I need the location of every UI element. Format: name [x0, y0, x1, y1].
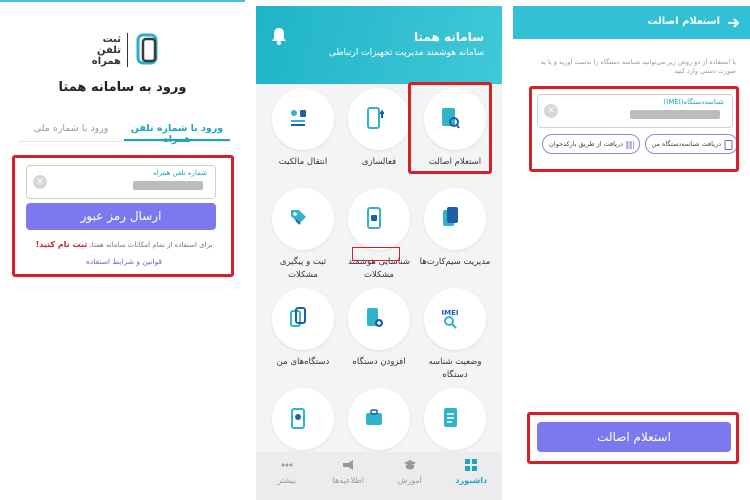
phone-field-label: شماره تلفن همراه	[153, 169, 207, 177]
phone-activate-icon	[364, 106, 385, 130]
tile-label: انتقال مالکیت	[278, 157, 328, 167]
nav-dashboard[interactable]: داشبورد	[441, 452, 503, 500]
phone-logo-icon	[134, 33, 162, 67]
dashboard-title: سامانه همتا	[414, 30, 484, 44]
dashboard-subtitle: سامانه هوشمند مدیریت تجهیزات ارتباطی	[328, 48, 484, 58]
login-tabs: ورود با شماره تلفن همراه ورود با شماره م…	[18, 120, 230, 145]
clear-icon[interactable]: ✕	[33, 175, 47, 189]
tile-label: مدیریت سیم‌کارت‌ها	[419, 257, 491, 267]
imei-search-icon: IMEI	[440, 306, 460, 330]
more-icon	[280, 458, 294, 472]
highlight-underline	[352, 247, 400, 261]
tile-label: فعالسازی	[361, 157, 397, 167]
add-device-icon	[364, 306, 384, 330]
nav-label: آموزش	[397, 476, 422, 485]
tile-label: وضعیت شناسه دستگاه	[428, 357, 482, 380]
nav-announcements[interactable]: اطلاعیه‌ها	[318, 452, 380, 500]
tile-activation[interactable]: فعالسازی	[342, 88, 416, 188]
graduation-icon	[403, 458, 417, 472]
nav-label: داشبورد	[455, 476, 488, 485]
imei-badge: IMEI	[442, 309, 459, 317]
login-title: ورود به سامانه همتا	[58, 80, 187, 95]
signup-link[interactable]: ثبت نام کنید!	[36, 240, 88, 249]
document-icon	[440, 406, 460, 430]
phone-field-value-blurred	[133, 181, 203, 190]
logo-text: ثبت تلفن همراه	[91, 33, 121, 67]
bottom-navigation: داشبورد آموزش اطلاعیه‌ها بیشتر	[256, 452, 502, 500]
tab-national-id-login[interactable]: ورود با شماره ملی	[18, 120, 124, 141]
inquiry-description: با استفاده از دو روش زیر می‌توانید شناسه…	[540, 58, 736, 75]
tag-icon	[288, 206, 308, 230]
tile-device-id-status[interactable]: IMEI وضعیت شناسه دستگاه	[418, 288, 492, 388]
nav-label: اطلاعیه‌ها	[332, 476, 365, 485]
inquiry-header: استعلام اصالت	[513, 6, 750, 39]
sim-card-icon	[440, 206, 460, 230]
tile-smart-detection[interactable]: شناسایی هوشمند مشکلات	[342, 188, 416, 288]
signup-note: برای استفاده از تمام امکانات سامانه همتا…	[18, 240, 230, 249]
tab-phone-login[interactable]: ورود با شماره تلفن همراه	[124, 120, 230, 145]
phone-number-field[interactable]: شماره تلفن همراه ✕	[26, 165, 216, 199]
dashboard-header: سامانه همتا سامانه هوشمند مدیریت تجهیزات…	[256, 6, 502, 84]
tile-report-problems[interactable]: ثبت و پیگیری مشکلات	[266, 188, 340, 288]
app-logo: ثبت تلفن همراه	[82, 28, 162, 72]
tile-ownership-transfer[interactable]: انتقال مالکیت	[266, 88, 340, 188]
tile-label: دستگاه‌های من	[276, 357, 330, 367]
clipboard-icon	[288, 406, 308, 430]
nav-training[interactable]: آموزش	[379, 452, 441, 500]
tile-label: افزودن دستگاه	[352, 357, 406, 367]
back-arrow-icon[interactable]	[726, 15, 740, 29]
send-password-button[interactable]: ارسال رمز عبور	[26, 203, 216, 230]
briefcase-icon	[364, 406, 384, 430]
my-devices-icon	[288, 306, 308, 330]
tile-sim-management[interactable]: مدیریت سیم‌کارت‌ها	[418, 188, 492, 288]
highlight-box	[408, 82, 492, 174]
megaphone-icon	[341, 458, 355, 472]
signup-note-text: برای استفاده از تمام امکانات سامانه همتا…	[89, 241, 213, 249]
bell-icon[interactable]	[270, 26, 288, 46]
tile-my-devices[interactable]: دستگاه‌های من	[266, 288, 340, 388]
logo-divider	[127, 33, 128, 67]
terms-link[interactable]: قوانین و شرایط استفاده	[18, 257, 230, 266]
nav-label: بیشتر	[277, 476, 297, 485]
smart-detect-icon	[364, 206, 384, 230]
nav-more[interactable]: بیشتر	[256, 452, 318, 500]
tile-add-device[interactable]: افزودن دستگاه	[342, 288, 416, 388]
highlight-box	[527, 412, 739, 464]
tile-label: ثبت و پیگیری مشکلات	[279, 257, 327, 280]
grid-icon	[464, 458, 478, 472]
transfer-icon	[288, 106, 308, 130]
login-screen: ثبت تلفن همراه ورود به سامانه همتا ورود …	[0, 0, 245, 500]
highlight-box	[529, 86, 739, 172]
inquiry-title: استعلام اصالت	[647, 16, 720, 27]
